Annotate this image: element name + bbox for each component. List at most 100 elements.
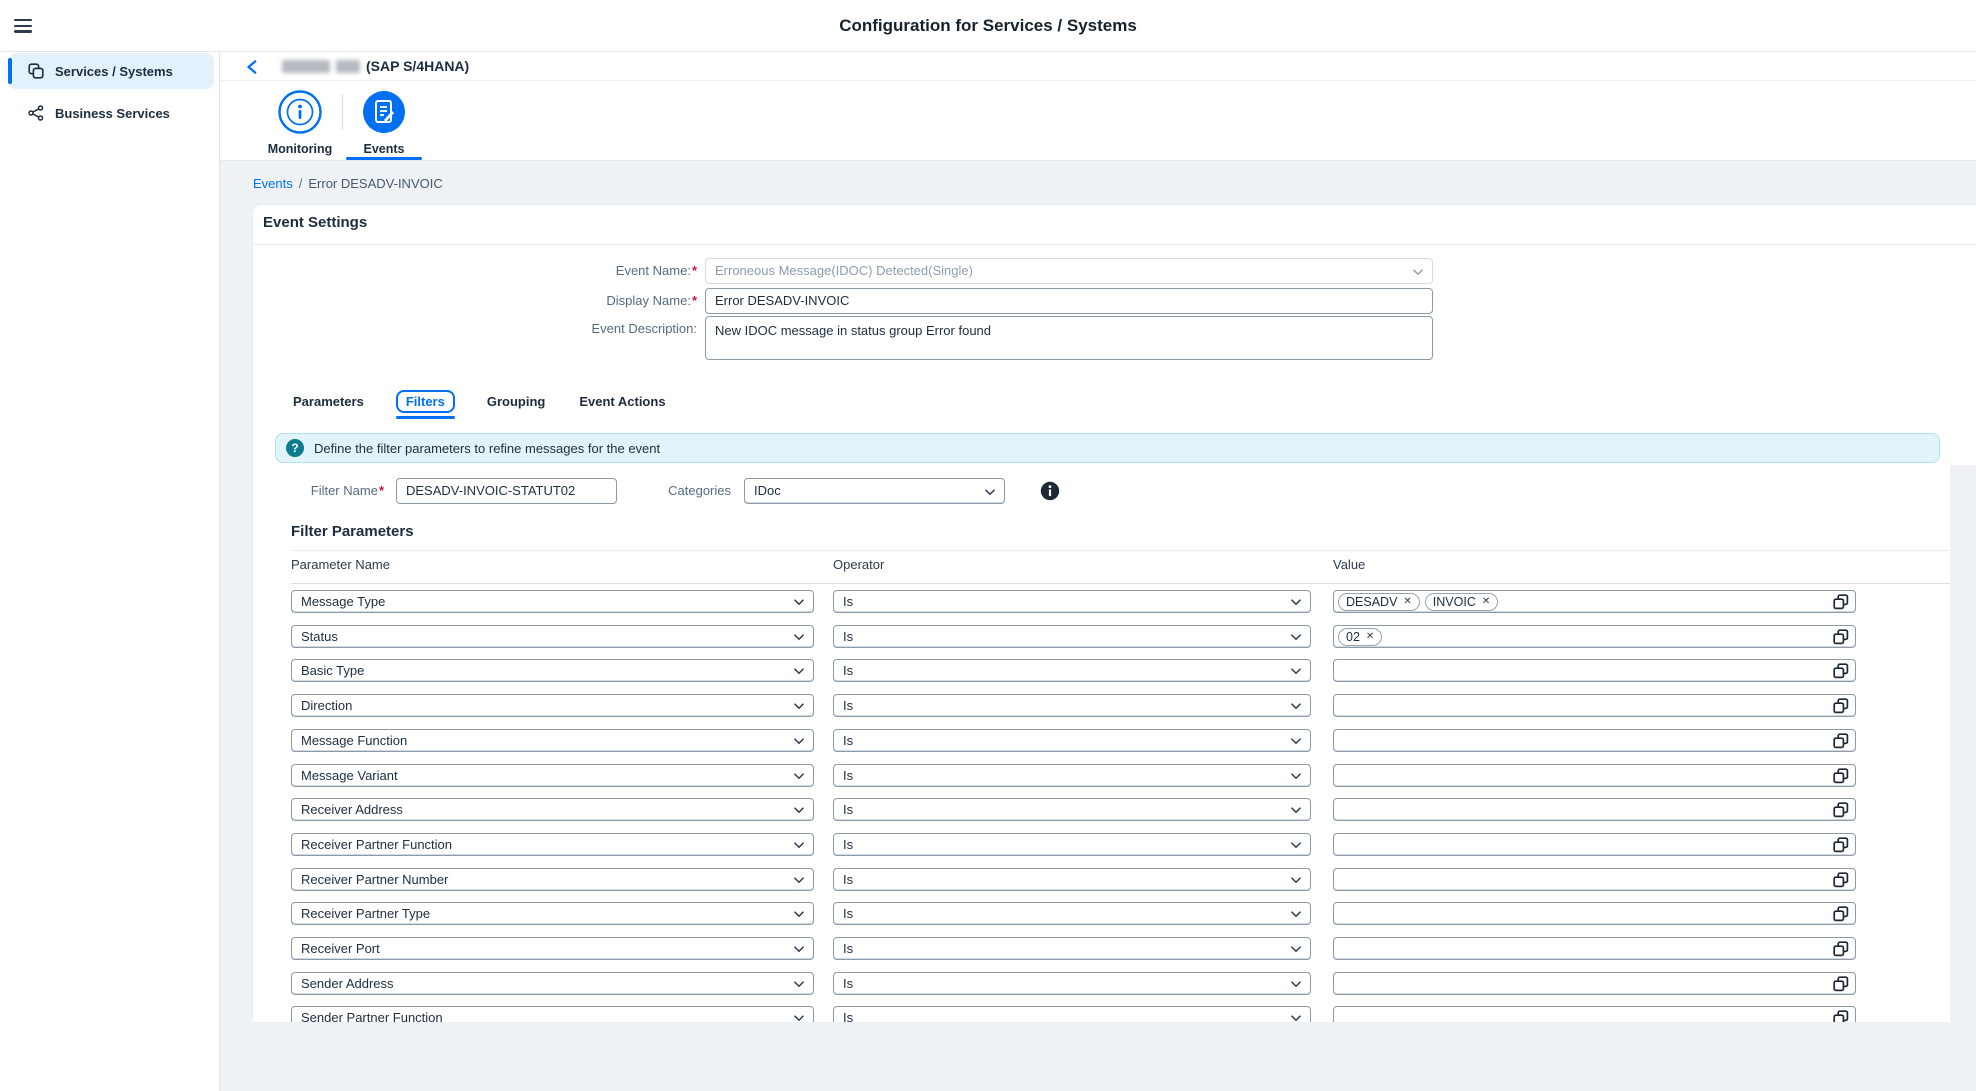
chevron-down-icon [1290,908,1302,920]
parameter-name-select[interactable]: Status [291,625,814,648]
parameter-name-select[interactable]: Message Type [291,590,814,613]
operator-select[interactable]: Is [833,972,1311,995]
operator-select[interactable]: Is [833,868,1311,891]
systems-icon [28,63,44,79]
message-strip-text: Define the filter parameters to refine m… [314,441,660,456]
filter-parameter-row: Status Is 02✕ [253,625,1976,648]
chevron-down-icon [793,596,805,608]
operator-select[interactable]: Is [833,1006,1311,1022]
value-token: DESADV✕ [1338,593,1420,611]
operator-select[interactable]: Is [833,590,1311,613]
parameter-name-select[interactable]: Receiver Partner Number [291,868,814,891]
token-remove-icon[interactable]: ✕ [1366,631,1374,642]
value-field[interactable] [1333,729,1856,752]
sidebar-item-business-services[interactable]: Business Services [8,95,214,131]
value-field[interactable]: 02✕ [1333,625,1856,648]
shell-header: Configuration for Services / Systems [0,0,1976,52]
operator-select[interactable]: Is [833,729,1311,752]
event-settings-title: Event Settings [263,214,367,231]
detail-tab-bar: Parameters Filters Grouping Event Action… [291,385,668,418]
back-icon[interactable] [244,58,262,76]
value-help-icon[interactable] [1833,976,1849,992]
tab-monitoring[interactable]: Monitoring [255,81,345,156]
tab-event-actions[interactable]: Event Actions [577,391,667,412]
operator-select[interactable]: Is [833,902,1311,925]
parameter-name-select[interactable]: Basic Type [291,659,814,682]
parameter-name-select[interactable]: Message Function [291,729,814,752]
chevron-down-icon [1290,839,1302,851]
parameter-name-select[interactable]: Sender Partner Function [291,1006,814,1022]
back-row: (SAP S/4HANA) [220,52,1976,81]
value-field[interactable] [1333,1006,1856,1022]
value-help-icon[interactable] [1833,733,1849,749]
filter-name-input[interactable]: DESADV-INVOIC-STATUT02 [396,478,617,504]
required-indicator: * [379,483,384,498]
parameter-name-select[interactable]: Receiver Port [291,937,814,960]
operator-select[interactable]: Is [833,764,1311,787]
filter-parameter-row: Sender Address Is [253,972,1976,995]
active-tab-underline [346,157,422,160]
value-help-icon[interactable] [1833,872,1849,888]
sidebar-item-label: Services / Systems [55,64,173,79]
value-field[interactable] [1333,694,1856,717]
value-field[interactable] [1333,798,1856,821]
value-help-icon[interactable] [1833,1010,1849,1022]
value-help-icon[interactable] [1833,941,1849,957]
value-help-icon[interactable] [1833,698,1849,714]
column-header-operator: Operator [833,557,884,572]
chevron-down-icon [1290,700,1302,712]
value-field[interactable] [1333,659,1856,682]
value-help-icon[interactable] [1833,906,1849,922]
sidebar-item-label: Business Services [55,106,170,121]
value-help-icon[interactable] [1833,802,1849,818]
value-help-icon[interactable] [1833,594,1849,610]
display-name-input[interactable]: Error DESADV-INVOIC [705,288,1433,314]
filter-parameter-row: Direction Is [253,694,1976,717]
tab-filters[interactable]: Filters [396,390,455,413]
chevron-down-icon [793,839,805,851]
value-field[interactable] [1333,764,1856,787]
chevron-down-icon [1290,804,1302,816]
redacted-system-name [336,60,360,73]
parameter-name-select[interactable]: Receiver Partner Type [291,902,814,925]
value-help-icon[interactable] [1833,837,1849,853]
value-help-icon[interactable] [1833,629,1849,645]
parameter-name-select[interactable]: Sender Address [291,972,814,995]
value-help-icon[interactable] [1833,663,1849,679]
sidebar-item-services-systems[interactable]: Services / Systems [8,53,214,89]
value-help-icon[interactable] [1833,768,1849,784]
operator-select[interactable]: Is [833,694,1311,717]
value-field[interactable] [1333,937,1856,960]
chevron-down-icon [1290,596,1302,608]
parameter-name-select[interactable]: Receiver Partner Function [291,833,814,856]
breadcrumb-link-events[interactable]: Events [253,176,293,191]
parameter-name-select[interactable]: Message Variant [291,764,814,787]
operator-select[interactable]: Is [833,625,1311,648]
tab-parameters[interactable]: Parameters [291,391,366,412]
categories-select[interactable]: IDoc [744,478,1005,504]
info-icon[interactable] [1040,481,1060,501]
event-detail-panel: Event Settings Event Name:* Erroneous Me… [253,205,1976,1022]
event-name-select[interactable]: Erroneous Message(IDOC) Detected(Single) [705,258,1433,284]
operator-select[interactable]: Is [833,659,1311,682]
value-field[interactable]: DESADV✕INVOIC✕ [1333,590,1856,613]
event-description-textarea[interactable]: New IDOC message in status group Error f… [705,316,1433,360]
value-field[interactable] [1333,868,1856,891]
event-name-label: Event Name:* [403,263,697,278]
token-remove-icon[interactable]: ✕ [1403,596,1411,607]
token-remove-icon[interactable]: ✕ [1482,596,1490,607]
value-field[interactable] [1333,833,1856,856]
icon-tab-label: Events [339,142,429,156]
filter-parameters-title: Filter Parameters [291,523,414,540]
operator-select[interactable]: Is [833,798,1311,821]
operator-select[interactable]: Is [833,937,1311,960]
chevron-down-icon [793,665,805,677]
parameter-name-select[interactable]: Direction [291,694,814,717]
value-field[interactable] [1333,972,1856,995]
operator-select[interactable]: Is [833,833,1311,856]
parameter-name-select[interactable]: Receiver Address [291,798,814,821]
tab-events[interactable]: Events [339,81,429,156]
sidebar: Services / Systems Business Services [0,52,220,1091]
value-field[interactable] [1333,902,1856,925]
tab-grouping[interactable]: Grouping [485,391,548,412]
